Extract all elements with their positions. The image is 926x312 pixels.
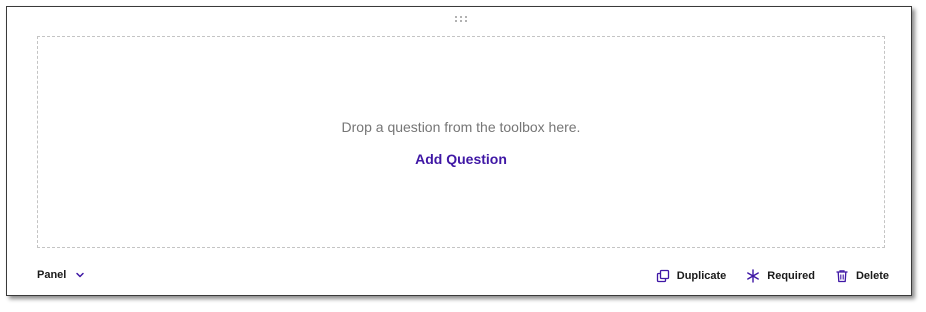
- panel-actions: Duplicate Required Delete: [636, 269, 889, 283]
- panel-type-dropdown[interactable]: Panel: [37, 269, 85, 281]
- duplicate-label: Duplicate: [676, 270, 727, 282]
- asterisk-icon: [747, 269, 760, 283]
- survey-panel: Drop a question from the toolbox here. A…: [6, 6, 912, 296]
- add-question-button[interactable]: Add Question: [415, 151, 507, 167]
- required-button[interactable]: Required: [746, 269, 815, 283]
- chevron-down-icon: [75, 270, 85, 280]
- trash-icon: [836, 270, 848, 283]
- required-label: Required: [767, 270, 815, 282]
- delete-button[interactable]: Delete: [835, 269, 889, 283]
- question-drop-zone[interactable]: Drop a question from the toolbox here. A…: [37, 36, 885, 248]
- delete-label: Delete: [855, 270, 889, 282]
- drag-handle-icon[interactable]: [454, 10, 468, 22]
- duplicate-button[interactable]: Duplicate: [656, 269, 727, 283]
- panel-type-label: Panel: [37, 269, 67, 281]
- panel-footer: Panel Duplicate Required Delete: [37, 269, 889, 285]
- duplicate-icon: [656, 269, 669, 283]
- drop-zone-message: Drop a question from the toolbox here.: [341, 119, 581, 135]
